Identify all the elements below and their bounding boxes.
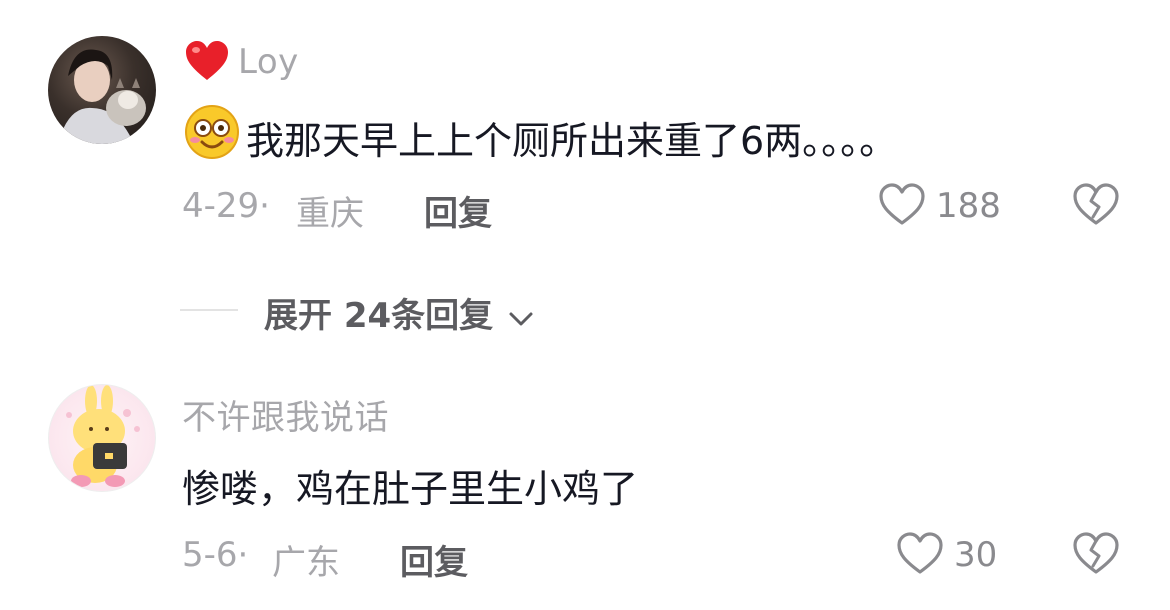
red-heart-icon xyxy=(184,40,230,86)
like-count: 188 xyxy=(936,186,1001,226)
reply-button[interactable]: 回复 xyxy=(424,186,492,235)
comment-location: 广东 xyxy=(272,543,340,583)
comment-date: 4-29· xyxy=(182,186,270,226)
comment-text: 惨喽，鸡在肚子里生小鸡了 xyxy=(182,467,639,511)
chevron-down-icon xyxy=(507,298,535,338)
like-heart-icon[interactable] xyxy=(878,183,926,231)
expand-replies-label: 展开 24条回复 xyxy=(264,296,494,336)
dislike-broken-heart-icon[interactable] xyxy=(1072,183,1120,231)
avatar[interactable] xyxy=(48,384,156,492)
dislike-broken-heart-icon[interactable] xyxy=(1072,532,1120,580)
avatar[interactable] xyxy=(48,36,156,144)
reply-button[interactable]: 回复 xyxy=(400,535,468,584)
smiling-emoji-icon xyxy=(184,104,240,164)
username[interactable]: Loy xyxy=(238,42,299,82)
like-heart-icon[interactable] xyxy=(896,532,944,580)
comment-date: 5-6· xyxy=(182,535,249,575)
comment-location: 重庆 xyxy=(296,194,364,234)
username[interactable]: 不许跟我说话 xyxy=(182,390,389,439)
like-count: 30 xyxy=(954,535,998,575)
divider xyxy=(180,309,238,311)
expand-replies-button[interactable]: 展开 24条回复 xyxy=(264,288,535,338)
comment-text: 我那天早上上个厕所出来重了6两。。。。 xyxy=(246,119,898,163)
